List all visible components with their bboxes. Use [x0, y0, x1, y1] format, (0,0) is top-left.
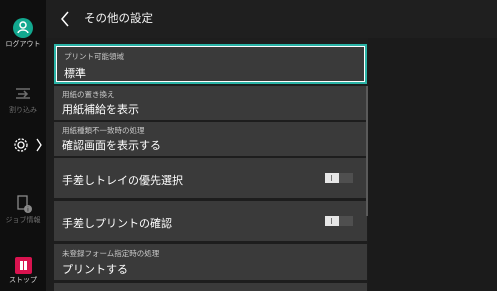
settings-list: プリント可能領域 標準 用紙の置き換え 用紙補給を表示 用紙種類不一致時の処理 … — [46, 38, 368, 291]
setting-label: 手差しトレイの優先選択 — [62, 174, 183, 187]
setting-paper-substitute[interactable]: 用紙の置き換え 用紙補給を表示 — [54, 86, 367, 120]
stop-icon — [14, 257, 32, 274]
interrupt-button[interactable]: 割り込み — [0, 84, 46, 115]
header-bar: その他の設定 — [46, 0, 497, 38]
setting-value: プリントする — [62, 263, 128, 276]
setting-bypass-priority[interactable]: 手差しトレイの優先選択 — [54, 158, 367, 198]
setting-label: プリント可能領域 — [64, 52, 124, 61]
job-status-icon: i — [12, 194, 34, 214]
job-status-button[interactable]: i ジョブ情報 — [0, 194, 46, 225]
toggle-knob — [325, 173, 339, 183]
gear-icon — [14, 138, 28, 152]
screen: ログアウト 割り込み i ジョブ情報 ストップ その他の設定 プリント可能領域 … — [0, 0, 497, 291]
setting-bypass-confirm[interactable]: 手差しプリントの確認 — [54, 201, 367, 241]
interrupt-label: 割り込み — [9, 106, 37, 114]
setting-value: 確認画面を表示する — [62, 139, 161, 152]
toggle-knob — [325, 216, 339, 226]
setting-print-area[interactable]: プリント可能領域 標準 — [54, 44, 367, 84]
logout-label: ログアウト — [5, 40, 41, 48]
left-rail: ログアウト 割り込み i ジョブ情報 ストップ — [0, 0, 46, 291]
setting-label: 手差しプリントの確認 — [62, 217, 172, 230]
stop-label: ストップ — [9, 276, 37, 284]
setting-label: 用紙種類不一致時の処理 — [62, 126, 145, 135]
bypass-confirm-toggle[interactable] — [325, 216, 353, 226]
setting-label: 未登録フォーム指定時の処理 — [62, 249, 160, 258]
chevron-right-icon — [36, 138, 42, 152]
setting-label: 用紙の置き換え — [62, 90, 115, 99]
back-icon[interactable] — [58, 9, 72, 29]
job-status-label: ジョブ情報 — [5, 216, 41, 224]
right-pane — [368, 38, 497, 291]
stop-button[interactable]: ストップ — [0, 257, 46, 285]
interrupt-icon — [12, 84, 34, 104]
page-title: その他の設定 — [84, 11, 153, 25]
setting-next-partial[interactable] — [54, 283, 367, 291]
setting-value: 標準 — [64, 67, 86, 80]
logout-icon — [13, 18, 33, 38]
setting-value: 用紙補給を表示 — [62, 103, 139, 116]
setting-unregistered-form[interactable]: 未登録フォーム指定時の処理 プリントする — [54, 244, 367, 280]
bypass-priority-toggle[interactable] — [325, 173, 353, 183]
setting-paper-mismatch[interactable]: 用紙種類不一致時の処理 確認画面を表示する — [54, 122, 367, 156]
logout-button[interactable]: ログアウト — [0, 18, 46, 49]
settings-menu-button[interactable] — [0, 135, 46, 155]
